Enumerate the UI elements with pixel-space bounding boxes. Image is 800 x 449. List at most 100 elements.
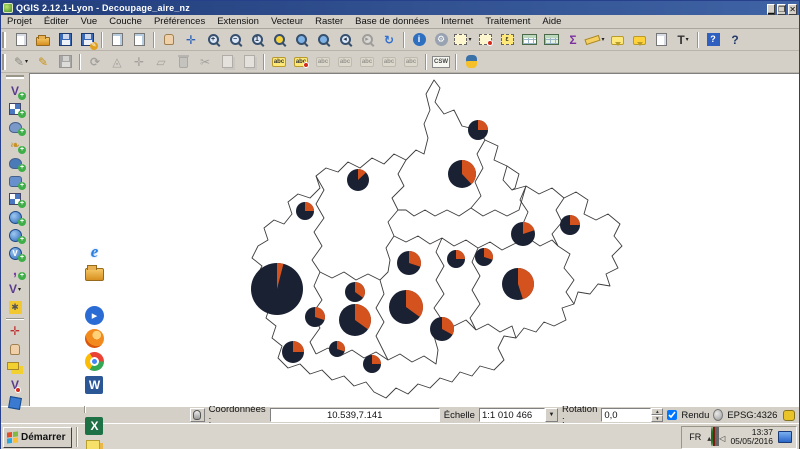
menu-aide[interactable]: Aide xyxy=(536,15,567,29)
field-calculator[interactable] xyxy=(541,30,562,50)
menu-extension[interactable]: Extension xyxy=(211,15,265,29)
restore-button[interactable]: ❐ xyxy=(777,4,786,15)
new-project[interactable] xyxy=(11,30,32,50)
deselect-features[interactable] xyxy=(475,30,496,50)
add-wfs-layer[interactable]: V+ xyxy=(4,244,26,262)
text-annotation[interactable]: T▾ xyxy=(673,30,694,50)
zoom-native[interactable]: 1 xyxy=(247,30,268,50)
crs-globe-icon[interactable] xyxy=(713,409,723,421)
sticky-notes-button[interactable] xyxy=(82,437,106,449)
pan-to-selection[interactable]: ✛ xyxy=(181,30,202,50)
chevron-down-icon[interactable]: ▼ xyxy=(545,408,558,422)
excel-button[interactable]: X xyxy=(82,414,106,437)
scale-value[interactable]: 1:1 010 466 xyxy=(479,408,545,422)
open-project[interactable] xyxy=(33,30,54,50)
menu-base-de-donn-es[interactable]: Base de données xyxy=(349,15,435,29)
minimize-button[interactable]: ▁ xyxy=(767,4,775,15)
render-checkbox[interactable] xyxy=(667,410,677,420)
select-features[interactable]: ▾ xyxy=(453,30,474,50)
messages-icon[interactable] xyxy=(783,410,795,421)
rotation-input[interactable] xyxy=(601,408,651,422)
python-console[interactable] xyxy=(461,52,482,72)
map-tips[interactable] xyxy=(607,30,628,50)
rotation-spinbox[interactable]: ▲▼ xyxy=(601,408,663,422)
topology-checker[interactable] xyxy=(4,394,26,412)
csw-search[interactable]: CSW xyxy=(431,52,452,72)
spin-up-icon[interactable]: ▲ xyxy=(651,408,663,415)
new-shapefile-layer[interactable]: ✱ xyxy=(4,298,26,316)
show-desktop-icon[interactable] xyxy=(778,431,792,443)
cad-tools[interactable]: ✛ xyxy=(4,322,26,340)
pie-chart xyxy=(363,355,381,373)
menu-raster[interactable]: Raster xyxy=(309,15,349,29)
add-mssql-layer[interactable]: + xyxy=(4,154,26,172)
toolbar-grip[interactable] xyxy=(4,54,7,70)
identify-features[interactable]: i xyxy=(409,30,430,50)
add-vector-layer[interactable]: V+ xyxy=(4,82,26,100)
composer-manager[interactable] xyxy=(129,30,150,50)
new-bookmark[interactable] xyxy=(629,30,650,50)
firefox-button[interactable] xyxy=(82,327,106,350)
check-geometries[interactable]: V xyxy=(4,376,26,394)
layer-labeling[interactable]: abc xyxy=(269,52,290,72)
menu-couche[interactable]: Couche xyxy=(103,15,148,29)
toggle-editing[interactable]: ✎ xyxy=(33,52,54,72)
volume-icon[interactable]: ◁ xyxy=(719,434,725,443)
zoom-last[interactable]: ◂ xyxy=(335,30,356,50)
measure-line[interactable]: ▾ xyxy=(585,30,606,50)
add-db2-layer[interactable]: + xyxy=(4,190,26,208)
add-delimited-text-layer[interactable]: ,+ xyxy=(4,262,26,280)
open-attribute-table[interactable] xyxy=(519,30,540,50)
close-button[interactable]: ✕ xyxy=(788,4,797,15)
windows-explorer-button[interactable] xyxy=(82,263,106,286)
menu-projet[interactable]: Projet xyxy=(1,15,38,29)
node-editor[interactable] xyxy=(4,358,26,376)
zoom-full[interactable] xyxy=(269,30,290,50)
menu--diter[interactable]: Éditer xyxy=(38,15,75,29)
scale-combobox[interactable]: 1:1 010 466 ▼ xyxy=(479,408,558,422)
save-project-as[interactable]: ✎ xyxy=(77,30,98,50)
zoom-to-layer[interactable] xyxy=(313,30,334,50)
menu-vecteur[interactable]: Vecteur xyxy=(265,15,309,29)
new-print-composer[interactable] xyxy=(107,30,128,50)
word-button[interactable]: W xyxy=(82,373,106,396)
show-bookmarks[interactable] xyxy=(651,30,672,50)
add-spatialite-layer[interactable]: ❧+ xyxy=(4,136,26,154)
pan-map[interactable] xyxy=(159,30,180,50)
toolbar-grip[interactable] xyxy=(6,77,24,79)
add-oracle-layer[interactable]: + xyxy=(4,172,26,190)
run-feature-action[interactable]: ⚙ xyxy=(431,30,452,50)
select-by-expression[interactable]: ε xyxy=(497,30,518,50)
add-wms-layer[interactable]: + xyxy=(4,208,26,226)
internet-explorer-button[interactable]: e xyxy=(82,240,106,263)
zoom-to-selection[interactable] xyxy=(291,30,312,50)
tracing-hand[interactable] xyxy=(4,340,26,358)
add-raster-layer[interactable]: + xyxy=(4,100,26,118)
whats-this[interactable]: ? xyxy=(725,30,746,50)
media-player-button[interactable]: ▸ xyxy=(82,304,106,327)
clock[interactable]: 13:37 05/05/2016 xyxy=(728,428,775,446)
toolbar-grip[interactable] xyxy=(4,32,7,48)
show-statistics[interactable]: Σ xyxy=(563,30,584,50)
start-button[interactable]: Démarrer xyxy=(3,427,72,448)
layer-labeling-pinned[interactable]: abc xyxy=(291,52,312,72)
coordinate-capture-button[interactable] xyxy=(190,408,205,422)
new-virtual-layer[interactable]: V▾ xyxy=(4,280,26,298)
menu-internet[interactable]: Internet xyxy=(435,15,479,29)
language-indicator[interactable]: FR xyxy=(686,432,704,442)
menu-traitement[interactable]: Traitement xyxy=(479,15,536,29)
map-canvas[interactable] xyxy=(29,73,799,406)
menu-vue[interactable]: Vue xyxy=(75,15,104,29)
zoom-in[interactable]: + xyxy=(203,30,224,50)
help-contents[interactable]: ? xyxy=(703,30,724,50)
current-edits[interactable]: ✎▾ xyxy=(11,52,32,72)
coordinates-input[interactable] xyxy=(270,408,440,422)
spin-down-icon[interactable]: ▼ xyxy=(651,415,663,422)
add-postgis-layer[interactable]: + xyxy=(4,118,26,136)
menu-pr-f-rences[interactable]: Préférences xyxy=(148,15,211,29)
save-project[interactable] xyxy=(55,30,76,50)
refresh-map[interactable]: ↻ xyxy=(379,30,400,50)
chrome-button[interactable] xyxy=(82,350,106,373)
add-wcs-layer[interactable]: + xyxy=(4,226,26,244)
zoom-out[interactable]: − xyxy=(225,30,246,50)
